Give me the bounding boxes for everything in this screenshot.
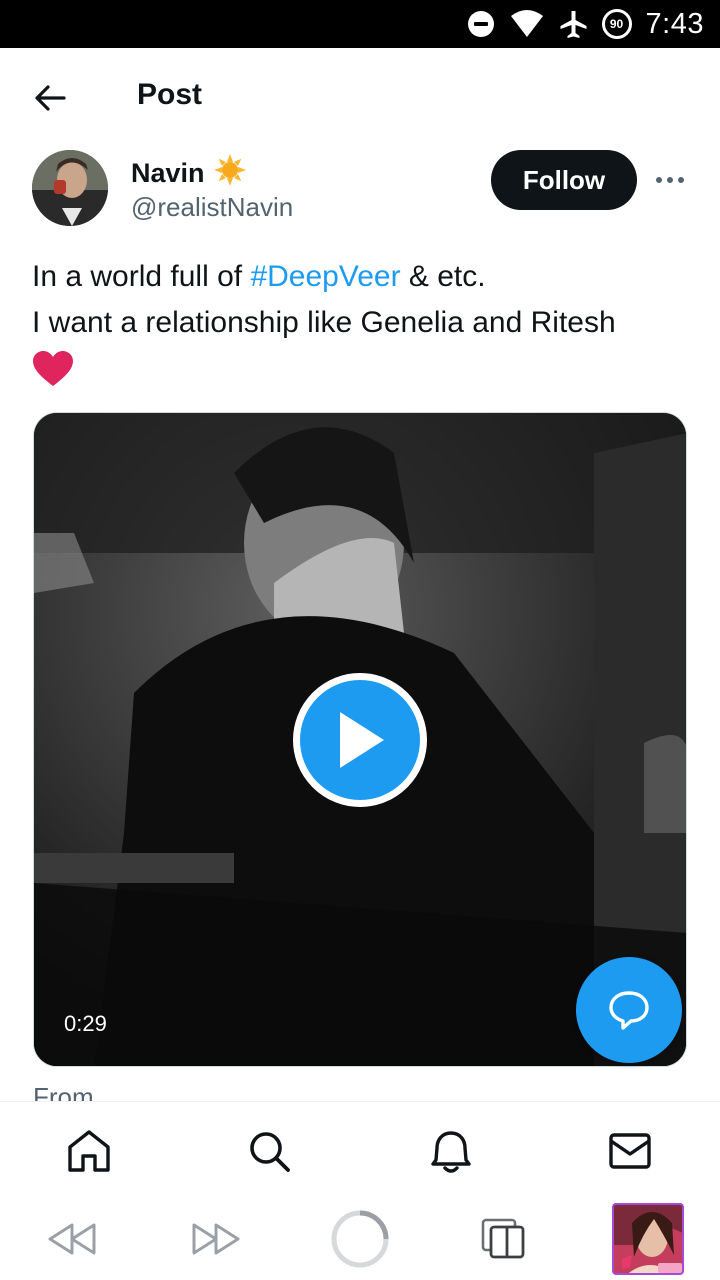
loading-ring-icon	[331, 1210, 389, 1268]
status-time: 7:43	[645, 7, 704, 40]
battery-level: 90	[601, 9, 632, 39]
battery-icon: 90	[601, 9, 632, 39]
play-icon	[340, 712, 384, 768]
rewind-icon	[48, 1223, 96, 1255]
fast-forward-button[interactable]	[188, 1207, 244, 1271]
fast-forward-icon	[192, 1223, 240, 1255]
rewind-button[interactable]	[44, 1207, 100, 1271]
tweet-line-2: I want a relationship like Genelia and R…	[32, 306, 616, 339]
nav-home[interactable]	[66, 1128, 112, 1174]
more-options-button[interactable]	[650, 164, 690, 196]
nav-notifications[interactable]	[428, 1128, 474, 1174]
tweet-text-suffix: & etc.	[400, 260, 486, 293]
post-header: Post	[0, 48, 720, 144]
status-icons: 90 7:43	[466, 0, 704, 48]
back-arrow-icon	[35, 85, 66, 111]
nav-messages[interactable]	[607, 1128, 653, 1174]
bottom-navigation	[0, 1101, 720, 1197]
browser-toolbar	[0, 1197, 720, 1280]
home-icon	[68, 1130, 110, 1172]
status-bar: 90 7:43	[0, 0, 720, 48]
mail-icon	[609, 1133, 651, 1169]
red-heart-emoji-icon	[32, 350, 74, 402]
video-player[interactable]: 0:29	[33, 412, 687, 1067]
tweet-text: In a world full of #DeepVeer & etc. I wa…	[32, 254, 692, 402]
play-button[interactable]	[293, 673, 427, 807]
sun-emoji-icon	[213, 153, 247, 194]
page-title: Post	[137, 78, 203, 111]
reply-bubble-icon	[609, 991, 649, 1030]
back-button[interactable]	[28, 76, 72, 120]
more-options-icon	[656, 177, 684, 183]
profile-thumbnail[interactable]	[612, 1203, 684, 1275]
loading-indicator	[328, 1207, 392, 1271]
author-name[interactable]: Navin	[131, 153, 247, 194]
do-not-disturb-icon	[466, 9, 496, 39]
search-icon	[250, 1132, 290, 1172]
tabs-icon	[481, 1218, 525, 1259]
airplane-mode-icon	[558, 9, 588, 39]
video-duration: 0:29	[64, 1011, 107, 1036]
wifi-icon	[510, 10, 544, 38]
nav-search[interactable]	[246, 1128, 292, 1174]
tweet-line-1: In a world full of #DeepVeer & etc.	[32, 254, 692, 300]
tweet-text-prefix: In a world full of	[32, 260, 251, 293]
author-handle[interactable]: @realistNavin	[131, 192, 293, 223]
follow-button[interactable]: Follow	[491, 150, 637, 210]
hashtag-link[interactable]: #DeepVeer	[250, 260, 400, 293]
author-name-text: Navin	[131, 158, 205, 188]
reply-fab-button[interactable]	[576, 957, 682, 1063]
bell-icon	[431, 1131, 471, 1173]
next-content-peek: From	[33, 1082, 94, 1102]
avatar[interactable]	[32, 150, 108, 226]
tabs-button[interactable]	[476, 1207, 532, 1271]
